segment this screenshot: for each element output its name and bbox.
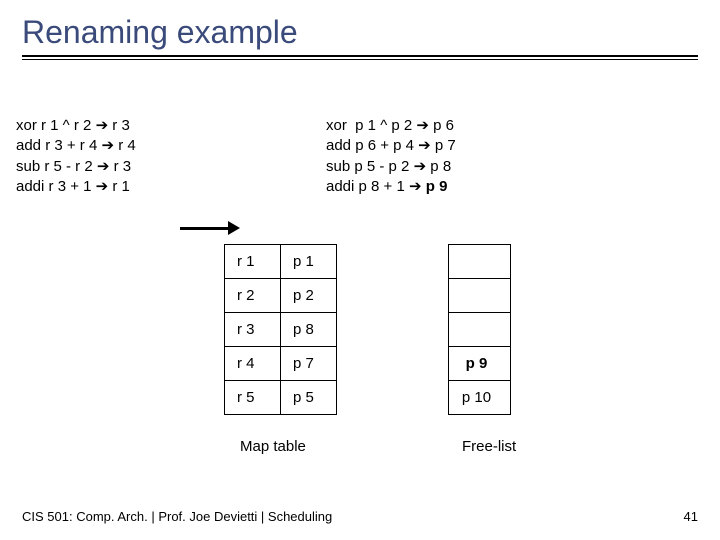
map-phys: p 7: [281, 347, 337, 381]
table-row: .: [449, 245, 511, 279]
map-phys: p 2: [281, 279, 337, 313]
renamed-code-block: xor p 1 ^ p 2 ➔ p 6 add p 6 + p 4 ➔ p 7 …: [326, 116, 456, 197]
arrow-icon: ➔: [416, 117, 429, 134]
map-reg: r 5: [225, 381, 281, 415]
rename-arrow-icon: [180, 222, 242, 236]
map-phys: p 5: [281, 381, 337, 415]
table-row: p 9: [449, 347, 511, 381]
table-row: r 4p 7: [225, 347, 337, 381]
arrow-icon: ➔: [96, 178, 109, 195]
table-row: r 1p 1: [225, 245, 337, 279]
free-cell: p 9: [449, 347, 511, 381]
code-dest: p 8: [426, 158, 451, 175]
code-line: xor p 1 ^ p 2: [326, 117, 416, 134]
table-row: r 3p 8: [225, 313, 337, 347]
table-row: r 5p 5: [225, 381, 337, 415]
title-rule-heavy: [22, 55, 698, 57]
table-row: r 2p 2: [225, 279, 337, 313]
code-line: xor r 1 ^ r 2: [16, 117, 96, 134]
map-table-caption: Map table: [240, 438, 306, 455]
code-dest: r 4: [114, 137, 136, 154]
page-number: 41: [684, 509, 698, 524]
map-reg: r 3: [225, 313, 281, 347]
free-list-table: . . . p 9 p 10: [448, 244, 511, 415]
footer-text: CIS 501: Comp. Arch. | Prof. Joe Deviett…: [22, 509, 332, 524]
arrow-icon: ➔: [97, 158, 110, 175]
table-row: p 10: [449, 381, 511, 415]
arrow-icon: ➔: [101, 137, 114, 154]
table-row: .: [449, 279, 511, 313]
code-dest: p 6: [429, 117, 454, 134]
map-reg: r 4: [225, 347, 281, 381]
map-table: r 1p 1 r 2p 2 r 3p 8 r 4p 7 r 5p 5: [224, 244, 337, 415]
map-phys: p 8: [281, 313, 337, 347]
free-cell: .: [449, 279, 511, 313]
map-reg: r 1: [225, 245, 281, 279]
code-dest: r 3: [109, 158, 131, 175]
code-line: sub p 5 - p 2: [326, 158, 414, 175]
content-area: xor r 1 ^ r 2 ➔ r 3 add r 3 + r 4 ➔ r 4 …: [22, 60, 698, 480]
code-line: addi p 8 + 1: [326, 178, 409, 195]
free-cell: .: [449, 245, 511, 279]
map-reg: r 2: [225, 279, 281, 313]
page-title: Renaming example: [22, 14, 698, 51]
table-row: .: [449, 313, 511, 347]
arrow-icon: ➔: [414, 158, 427, 175]
code-dest: p 7: [431, 137, 456, 154]
map-phys: p 1: [281, 245, 337, 279]
original-code-block: xor r 1 ^ r 2 ➔ r 3 add r 3 + r 4 ➔ r 4 …: [16, 116, 136, 197]
code-dest: r 3: [108, 117, 130, 134]
arrow-icon: ➔: [409, 178, 422, 195]
code-line: add r 3 + r 4: [16, 137, 101, 154]
free-cell: p 10: [449, 381, 511, 415]
code-dest: r 1: [108, 178, 130, 195]
arrow-icon: ➔: [418, 137, 431, 154]
free-list-caption: Free-list: [462, 438, 516, 455]
code-dest-highlight: p 9: [426, 178, 448, 195]
code-line: addi r 3 + 1: [16, 178, 96, 195]
code-line: sub r 5 - r 2: [16, 158, 97, 175]
free-cell: .: [449, 313, 511, 347]
code-line: add p 6 + p 4: [326, 137, 418, 154]
arrow-icon: ➔: [96, 117, 109, 134]
